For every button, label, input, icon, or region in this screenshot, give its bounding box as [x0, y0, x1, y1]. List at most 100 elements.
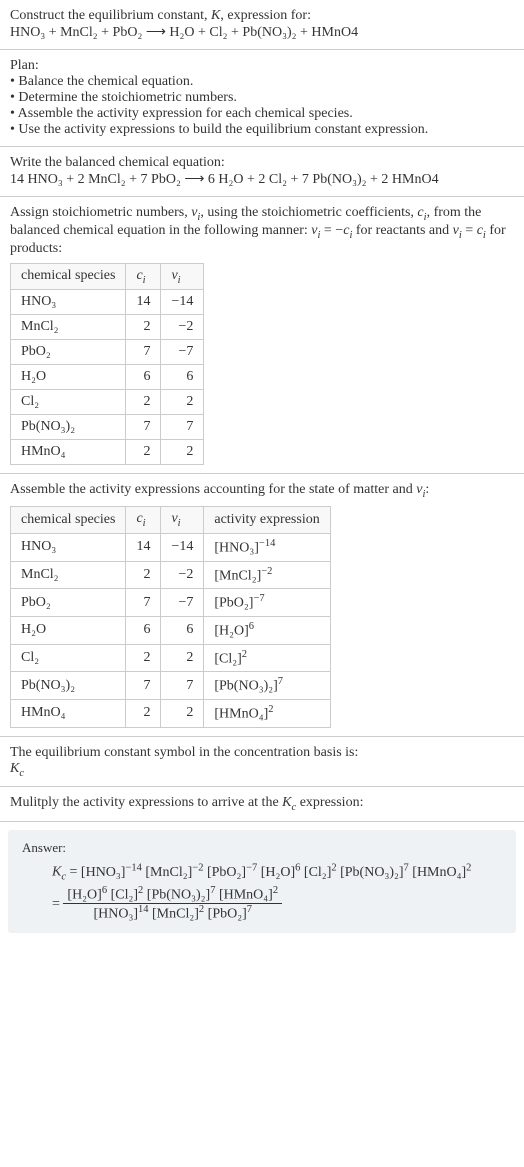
mult-kc-k: K — [282, 795, 291, 810]
cell-v: 6 — [161, 616, 204, 644]
cell-v: −7 — [161, 340, 204, 365]
a-exp: −7 — [253, 593, 264, 604]
a-exp: −2 — [261, 566, 272, 577]
intro-equation: HNO₃ + MnCl₂ + PbO₂ ⟶ H₂O + Cl₂ + Pb(NO₃… — [10, 25, 358, 40]
th-species: chemical species — [11, 507, 126, 534]
cell-species: Cl₂ — [11, 644, 126, 672]
answer-label: Answer: — [22, 840, 502, 856]
table-row: HNO₃14−14 — [11, 290, 204, 315]
a-exp: 6 — [249, 621, 254, 632]
activity-title-text: Assemble the activity expressions accoun… — [10, 482, 416, 497]
cell-v: 2 — [161, 440, 204, 465]
a-exp: −14 — [259, 538, 275, 549]
cell-c: 2 — [126, 390, 161, 415]
cell-activity: [Cl₂]2 — [204, 644, 330, 672]
fraction-denominator: [HNO₃]14 [MnCl₂]2 [PbO₂]7 — [63, 904, 282, 923]
a-base: [MnCl₂] — [214, 568, 261, 583]
cell-species: HMnO₄ — [11, 699, 126, 727]
answer-box: Answer: Kc = [HNO₃]−14 [MnCl₂]−2 [PbO₂]−… — [8, 830, 516, 933]
cell-activity: [HMnO₄]2 — [204, 699, 330, 727]
intro: Construct the equilibrium constant, K, e… — [0, 0, 524, 50]
cell-c: 2 — [126, 644, 161, 672]
table-header-row: chemical species ci νi activity expressi… — [11, 507, 331, 534]
cell-species: HNO₃ — [11, 533, 126, 561]
table-row: Cl₂22[Cl₂]2 — [11, 644, 331, 672]
symbol-kc: Kc — [10, 761, 514, 779]
cell-v: −14 — [161, 290, 204, 315]
a-exp: 2 — [242, 649, 247, 660]
cell-c: 14 — [126, 290, 161, 315]
plan-item: • Determine the stoichiometric numbers. — [10, 90, 514, 106]
table-row: HMnO₄22[HMnO₄]2 — [11, 699, 331, 727]
a-exp: 7 — [278, 676, 283, 687]
table-row: H₂O66[H₂O]6 — [11, 616, 331, 644]
kc-c: c — [19, 767, 24, 778]
cell-species: Pb(NO₃)₂ — [11, 415, 126, 440]
assign-rel2: = — [462, 223, 477, 238]
assign-t4: for reactants and — [352, 223, 452, 238]
cell-v: 6 — [161, 365, 204, 390]
a-base: [HMnO₄] — [214, 707, 268, 722]
cell-v: −14 — [161, 533, 204, 561]
cell-c: 7 — [126, 415, 161, 440]
cell-v: 7 — [161, 415, 204, 440]
assign-t2: , using the stoichiometric coefficients, — [200, 205, 417, 220]
cell-c: 6 — [126, 365, 161, 390]
activity-table: chemical species ci νi activity expressi… — [10, 506, 331, 727]
intro-text-1b: , expression for: — [220, 8, 311, 23]
cell-species: Cl₂ — [11, 390, 126, 415]
table-header-row: chemical species ci νi — [11, 263, 204, 290]
cell-activity: [H₂O]6 — [204, 616, 330, 644]
fraction-numerator: [H₂O]6 [Cl₂]2 [Pb(NO₃)₂]7 [HMnO₄]2 — [63, 885, 282, 905]
cell-species: MnCl₂ — [11, 561, 126, 589]
assign-text: Assign stoichiometric numbers, νi, using… — [10, 205, 514, 257]
cell-v: −7 — [161, 589, 204, 617]
th-vi-sub: i — [178, 274, 181, 285]
cell-activity: [PbO₂]−7 — [204, 589, 330, 617]
activity: Assemble the activity expressions accoun… — [0, 474, 524, 736]
a-exp: 2 — [268, 704, 273, 715]
th-ci: ci — [126, 507, 161, 534]
cell-v: 7 — [161, 672, 204, 700]
th-species: chemical species — [11, 263, 126, 290]
table-row: HNO₃14−14[HNO₃]−14 — [11, 533, 331, 561]
cell-c: 2 — [126, 561, 161, 589]
table-row: PbO₂7−7[PbO₂]−7 — [11, 589, 331, 617]
th-vi: νi — [161, 507, 204, 534]
cell-v: 2 — [161, 390, 204, 415]
intro-K: K — [211, 8, 220, 23]
symbol-title: The equilibrium constant symbol in the c… — [10, 745, 514, 761]
assign: Assign stoichiometric numbers, νi, using… — [0, 197, 524, 474]
ans-eq: = — [66, 865, 81, 880]
table-row: H₂O66 — [11, 365, 204, 390]
kc-k: K — [10, 761, 19, 776]
th-vi: νi — [161, 263, 204, 290]
cell-c: 14 — [126, 533, 161, 561]
cell-activity: [Pb(NO₃)₂]7 — [204, 672, 330, 700]
ans-kc-k: K — [52, 865, 61, 880]
cell-v: −2 — [161, 315, 204, 340]
table-row: Pb(NO₃)₂77[Pb(NO₃)₂]7 — [11, 672, 331, 700]
th-activity: activity expression — [204, 507, 330, 534]
assign-rel1: = − — [320, 223, 343, 238]
ans-line1-terms: [HNO₃]−14 [MnCl₂]−2 [PbO₂]−7 [H₂O]6 [Cl₂… — [81, 865, 471, 880]
cell-c: 2 — [126, 699, 161, 727]
cell-species: MnCl₂ — [11, 315, 126, 340]
cell-c: 2 — [126, 315, 161, 340]
answer-line1: Kc = [HNO₃]−14 [MnCl₂]−2 [PbO₂]−7 [H₂O]6… — [22, 862, 502, 882]
plan-item: • Balance the chemical equation. — [10, 74, 514, 90]
cell-species: PbO₂ — [11, 340, 126, 365]
th-ci-sub: i — [143, 274, 146, 285]
cell-species: Pb(NO₃)₂ — [11, 672, 126, 700]
balanced-title: Write the balanced chemical equation: — [10, 155, 514, 171]
multiply-title2: expression: — [296, 795, 363, 810]
multiply-title: Mulitply the activity expressions to arr… — [10, 795, 282, 810]
balanced-equation: 14 HNO₃ + 2 MnCl₂ + 7 PbO₂ ⟶ 6 H₂O + 2 C… — [10, 171, 514, 188]
table-row: HMnO₄22 — [11, 440, 204, 465]
cell-c: 7 — [126, 672, 161, 700]
cell-c: 6 — [126, 616, 161, 644]
cell-species: PbO₂ — [11, 589, 126, 617]
th-vi-sub2: i — [178, 518, 181, 529]
cell-c: 2 — [126, 440, 161, 465]
multiply: Mulitply the activity expressions to arr… — [0, 787, 524, 822]
